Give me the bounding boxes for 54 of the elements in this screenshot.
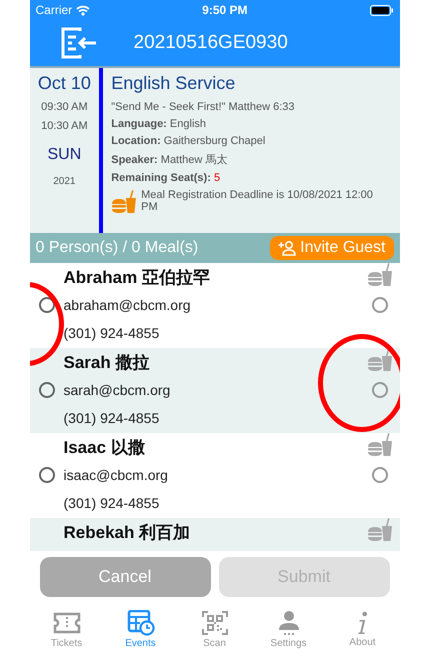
wifi-icon	[76, 4, 90, 16]
status-time: 9:50 PM	[202, 3, 248, 17]
meal-icon	[366, 516, 392, 542]
invite-guest-button[interactable]: Invite Guest	[270, 236, 394, 260]
event-detail: Speaker: Matthew 馬太	[111, 153, 228, 167]
add-person-icon	[278, 240, 296, 256]
cancel-button[interactable]: Cancel	[40, 557, 210, 597]
event-date: Oct 10	[38, 73, 91, 94]
meal-icon	[366, 263, 392, 288]
event-detail: Remaining Seat(s): 5	[111, 172, 222, 184]
attendee-name: Abraham 亞伯拉罕	[64, 266, 211, 288]
meal-radio[interactable]	[372, 297, 388, 313]
tab-item[interactable]: Tickets	[30, 603, 104, 655]
attendee-row[interactable]: Abraham 亞伯拉罕 abraham@cbcm.org (301) 924-4855	[30, 263, 400, 348]
event-detail: Location: Gaithersburg Chapel	[111, 135, 266, 147]
attendee-row[interactable]: Sarah 撒拉 sarah@cbcm.org (301) 924-4855	[30, 348, 400, 433]
battery-icon	[370, 4, 394, 16]
meal-icon	[366, 432, 392, 458]
event-year: 2021	[53, 176, 76, 187]
attendee-phone: (301) 924-4855	[64, 410, 160, 426]
attendee-row[interactable]: Rebekah 利百加	[30, 518, 400, 551]
attendee-email: sarah@cbcm.org	[64, 382, 172, 398]
end-time: 10:30 AM	[41, 120, 88, 132]
attendee-name: Isaac 以撒	[64, 436, 146, 458]
header-title: 20210516GE0930	[134, 32, 288, 54]
carrier-label: Carrier	[36, 3, 72, 17]
meal-deadline: Meal Registration Deadline is 10/08/2021 12:00 PM	[141, 189, 374, 213]
start-time: 09:30 AM	[41, 101, 88, 113]
attendee-phone: (301) 924-4855	[64, 325, 160, 341]
weekday: SUN	[47, 146, 82, 164]
event-title: English Service	[111, 73, 236, 94]
attendee-phone: (301) 924-4855	[64, 495, 160, 511]
event-subtitle: "Send Me - Seek First!" Matthew 6:33	[111, 101, 296, 113]
attendee-name: Rebekah 利百加	[64, 522, 192, 544]
meal-icon	[111, 189, 138, 215]
info-icon	[358, 610, 367, 634]
attendee-email: abraham@cbcm.org	[64, 297, 192, 313]
summary-count: 0 Person(s) / 0 Meal(s)	[36, 239, 198, 257]
meal-radio[interactable]	[372, 467, 388, 483]
meal-radio[interactable]	[372, 382, 388, 398]
tab-item[interactable]: Events	[104, 603, 178, 655]
list-arrow-icon[interactable]	[60, 27, 98, 59]
attendee-radio[interactable]	[38, 467, 54, 483]
qr-code-icon	[200, 610, 228, 636]
calendar-clock-icon	[126, 610, 154, 636]
tab-item[interactable]: Settings	[252, 603, 326, 655]
tab-item[interactable]: Scan	[178, 603, 252, 655]
attendee-radio[interactable]	[38, 382, 54, 398]
attendee-name: Sarah 撒拉	[64, 352, 150, 374]
event-detail: Language: English	[111, 118, 207, 130]
tab-item[interactable]: About	[326, 603, 400, 655]
attendee-email: isaac@cbcm.org	[64, 467, 169, 483]
attendee-radio[interactable]	[38, 297, 54, 313]
attendee-row[interactable]: Isaac 以撒 isaac@cbcm.org (301) 924-4855	[30, 433, 400, 518]
